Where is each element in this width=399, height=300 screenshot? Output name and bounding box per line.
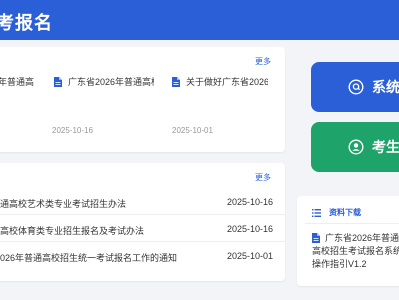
system-entry-button[interactable]: 系统 [311, 62, 399, 112]
notice-item-2[interactable]: 广东省2026年普通高校 [54, 75, 154, 88]
student-entry-label: 考生 [372, 139, 399, 155]
divider [305, 223, 399, 224]
document-icon [172, 76, 180, 87]
policy-row-3[interactable]: 026年普通高校招生统一考试报名工作的通知 2025-10-01 [0, 243, 285, 269]
policy-list-card: 更多 通高校艺术类专业考试招生办法 2025-10-16 高校体育类专业招生报名… [0, 163, 285, 281]
download-item-title: 广东省2026年普通高校招生考试报名系统操作指引V1.2 [312, 233, 399, 269]
policy-row-date: 2025-10-16 [226, 224, 273, 234]
policy-row-2[interactable]: 高校体育类专业招生报名及考试办法 2025-10-16 [0, 216, 285, 242]
policy-row-1[interactable]: 通高校艺术类专业考试招生办法 2025-10-16 [0, 189, 285, 215]
document-icon [54, 76, 62, 87]
notice-item-title: 广东省2026年普通高校 [68, 77, 154, 87]
top-header-bar: 考报名 [0, 0, 399, 40]
policy-row-date: 2025-10-01 [226, 251, 273, 261]
notice-more-link[interactable]: 更多 [255, 56, 271, 67]
user-circle-icon [348, 79, 364, 95]
policy-row-title: 高校体育类专业招生报名及考试办法 [0, 226, 145, 236]
student-entry-button[interactable]: 考生 [311, 122, 399, 172]
notice-card: 更多 年普通高 广东省2026年普通高校 2025-10-16 关于做好广东省2… [0, 47, 285, 152]
policy-more-link[interactable]: 更多 [255, 172, 271, 183]
notice-item-date: 2025-10-16 [52, 126, 93, 135]
downloads-title: 资料下载 [329, 208, 361, 217]
notice-item-1[interactable]: 年普通高 [0, 75, 48, 88]
notice-item-date: 2025-10-01 [172, 126, 213, 135]
downloads-header: 资料下载 [312, 207, 361, 218]
page-title: 考报名 [0, 13, 53, 33]
policy-row-title: 026年普通高校招生统一考试报名工作的通知 [0, 253, 178, 263]
system-entry-label: 系统 [372, 79, 399, 95]
notice-item-title: 年普通高 [0, 77, 35, 87]
download-item-1[interactable]: 广东省2026年普通高校招生考试报名系统操作指引V1.2 [312, 232, 399, 271]
policy-row-title: 通高校艺术类专业考试招生办法 [0, 199, 127, 209]
document-icon [312, 233, 320, 243]
notice-item-3[interactable]: 关于做好广东省2026 [172, 75, 268, 88]
downloads-card: 资料下载 广东省2026年普通高校招生考试报名系统操作指引V1.2 [297, 196, 399, 286]
policy-row-date: 2025-10-16 [226, 197, 273, 207]
notice-item-title: 关于做好广东省2026 [186, 77, 268, 87]
student-avatar-icon [348, 139, 364, 155]
list-icon [312, 208, 321, 217]
